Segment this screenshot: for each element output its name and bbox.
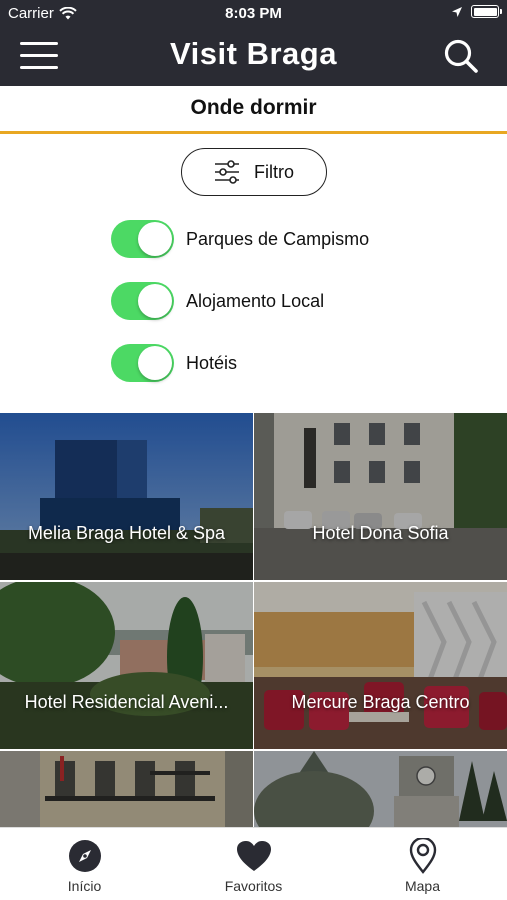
app-logo-title: Visit Braga [170,36,337,71]
toggle-label: Hotéis [186,352,238,373]
accommodation-card[interactable] [254,751,507,827]
toggle-parques-campismo[interactable] [111,220,174,258]
accommodation-card-mercure[interactable]: Mercure Braga Centro [254,582,507,749]
toggle-label: Alojamento Local [186,290,325,311]
card-title: Hotel Residencial Aveni... [24,692,229,712]
filter-button[interactable]: Filtro [181,148,327,196]
location-arrow-icon [452,6,462,17]
map-pin-icon [405,838,441,874]
search-icon [444,39,478,73]
page-title: Onde dormir [190,96,317,119]
accommodation-grid: Melia Braga Hotel & Spa Hotel Dona Sofia [0,413,507,827]
toggle-row-hoteis: Hotéis [111,344,237,382]
filter-label: Filtro [254,161,294,182]
card-title: Mercure Braga Centro [291,692,470,712]
toggle-row-alojamento-local: Alojamento Local [111,282,324,320]
page-title-bar: Onde dormir [0,86,507,134]
tab-bar: Início Favoritos Mapa [0,827,507,900]
toggle-hoteis[interactable] [111,344,174,382]
battery-icon [471,5,502,18]
status-indicators [451,5,502,18]
tab-label: Favoritos [224,878,283,894]
search-button[interactable] [443,38,479,74]
card-title: Hotel Dona Sofia [312,523,449,543]
compass-icon [67,838,103,874]
toggle-alojamento-local[interactable] [111,282,174,320]
tab-label: Mapa [404,878,441,894]
tab-label: Início [67,878,102,894]
tab-inicio[interactable]: Início [0,828,169,900]
app-header: Visit Braga [0,26,507,86]
accommodation-card-melia[interactable]: Melia Braga Hotel & Spa [0,413,253,580]
accommodation-card-dona-sofia[interactable]: Hotel Dona Sofia [254,413,507,580]
tab-mapa[interactable]: Mapa [338,828,507,900]
tab-favoritos[interactable]: Favoritos [169,828,338,900]
accommodation-card[interactable] [0,751,253,827]
accommodation-card-residencial-avenida[interactable]: Hotel Residencial Aveni... [0,582,253,749]
toggle-label: Parques de Campismo [186,228,370,249]
toggle-row-parques-campismo: Parques de Campismo [111,220,369,258]
heart-icon [236,838,272,874]
status-time: 8:03 PM [225,5,282,22]
status-bar: Carrier 8:03 PM [0,0,507,26]
card-title: Melia Braga Hotel & Spa [27,523,226,543]
sliders-icon [215,160,239,184]
